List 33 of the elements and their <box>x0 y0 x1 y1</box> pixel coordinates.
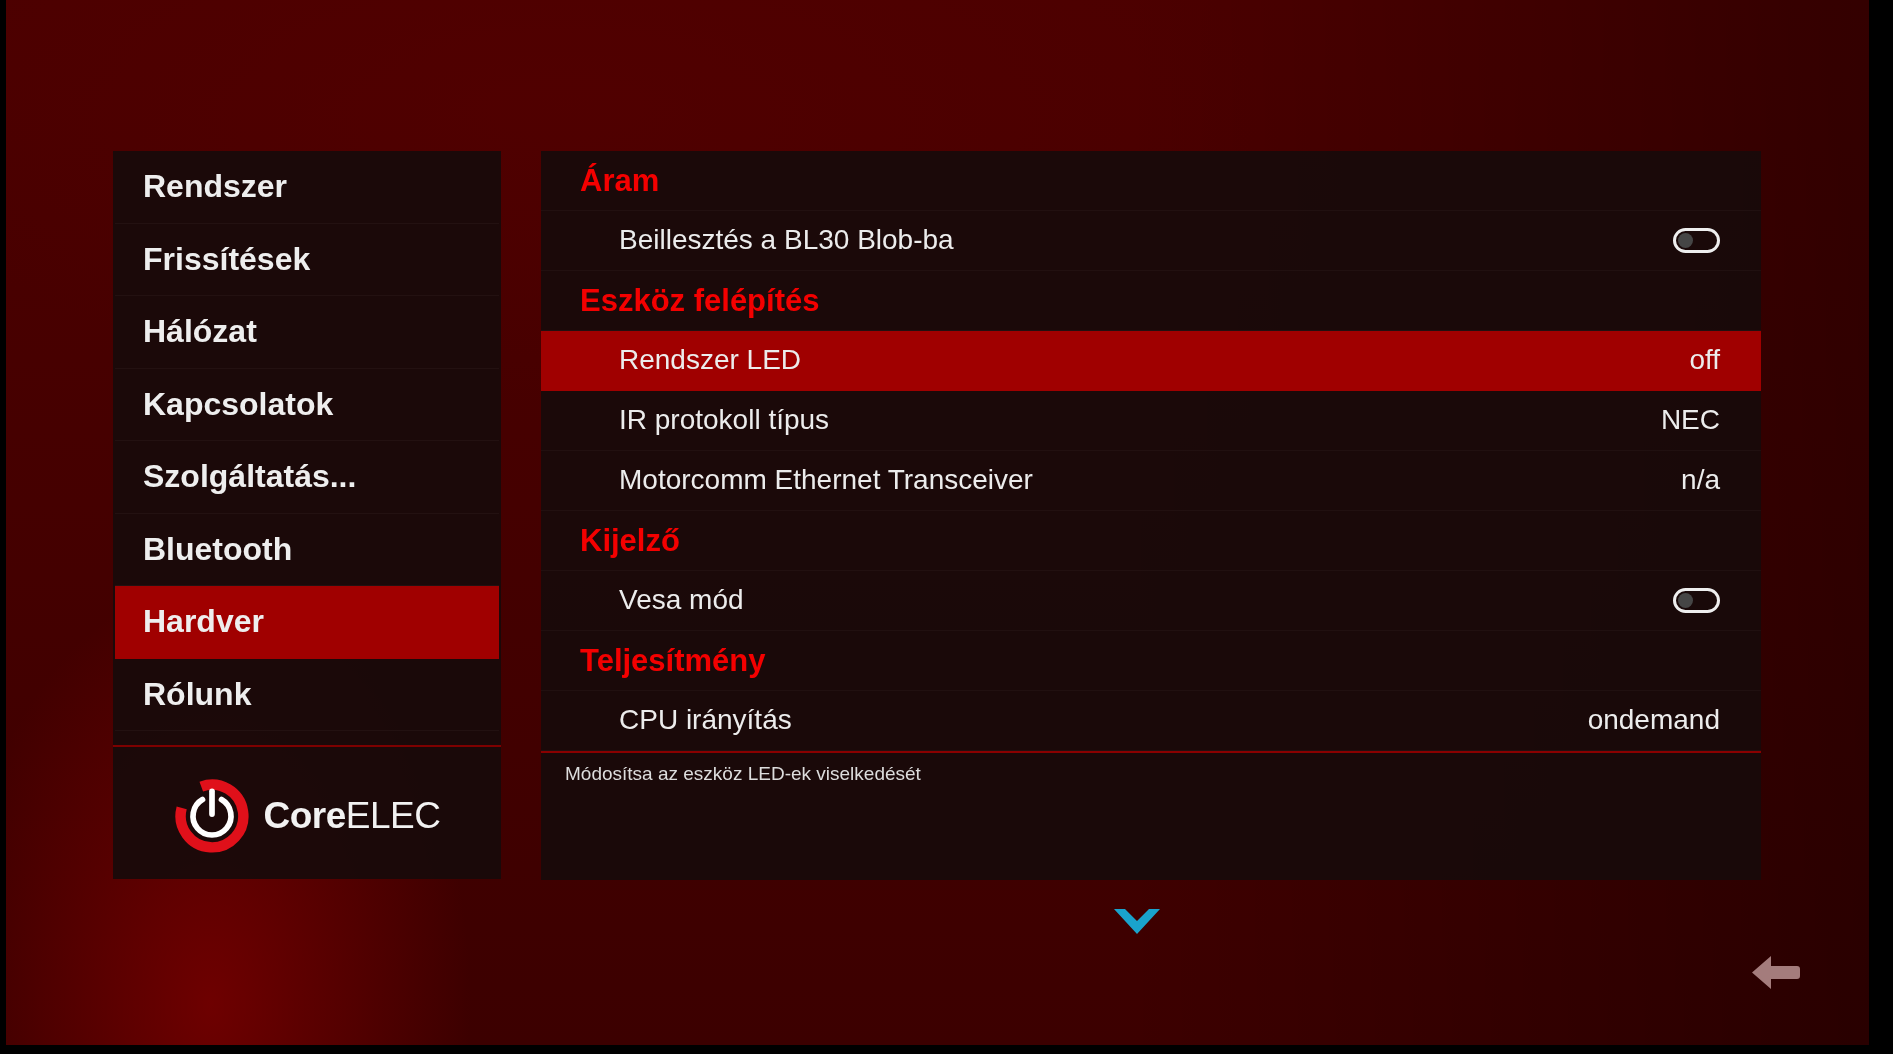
sidebar-item[interactable]: Frissítések <box>115 223 499 296</box>
sidebar-item[interactable]: Szolgáltatás... <box>115 441 499 514</box>
setting-row[interactable]: Vesa mód <box>541 571 1761 631</box>
setting-row[interactable]: IR protokoll típus NEC <box>541 391 1761 451</box>
setting-value: n/a <box>1681 464 1720 497</box>
setting-label: Vesa mód <box>619 584 744 617</box>
back-arrow-icon[interactable] <box>1752 955 1800 990</box>
sidebar-item[interactable]: Rólunk <box>115 658 499 731</box>
chevron-down-icon <box>1114 909 1160 934</box>
logo-text: CoreELEC <box>263 795 441 837</box>
setting-row[interactable]: CPU irányítás ondemand <box>541 691 1761 751</box>
sidebar-item[interactable]: Hálózat <box>115 296 499 369</box>
setting-label: IR protokoll típus <box>619 404 830 437</box>
setting-row[interactable]: Beillesztés a BL30 Blob-ba <box>541 211 1761 271</box>
setting-value: off <box>1689 344 1720 377</box>
setting-label: CPU irányítás <box>619 704 792 737</box>
toggle-switch[interactable] <box>1673 228 1720 253</box>
sidebar-item[interactable]: Rendszer <box>115 151 499 224</box>
toggle-switch[interactable] <box>1673 588 1720 613</box>
sidebar-item[interactable]: Kapcsolatok <box>115 368 499 441</box>
setting-label: Beillesztés a BL30 Blob-ba <box>619 224 954 257</box>
setting-value: ondemand <box>1587 704 1720 737</box>
setting-label: Motorcomm Ethernet Transceiver <box>619 464 1033 497</box>
setting-value: NEC <box>1660 404 1720 437</box>
section-heading: Áram <box>541 151 1761 211</box>
setting-row[interactable]: Rendszer LED off <box>541 331 1761 391</box>
sidebar-item[interactable]: Hardver <box>115 586 499 659</box>
power-logo-icon <box>173 778 250 854</box>
section-heading: Kijelző <box>541 511 1761 571</box>
setting-row[interactable]: Motorcomm Ethernet Transceiver n/a <box>541 451 1761 511</box>
setting-label: Rendszer LED <box>619 344 802 377</box>
section-heading: Teljesítmény <box>541 631 1761 691</box>
setting-description: Módosítsa az eszköz LED-ek viselkedését <box>565 763 921 784</box>
